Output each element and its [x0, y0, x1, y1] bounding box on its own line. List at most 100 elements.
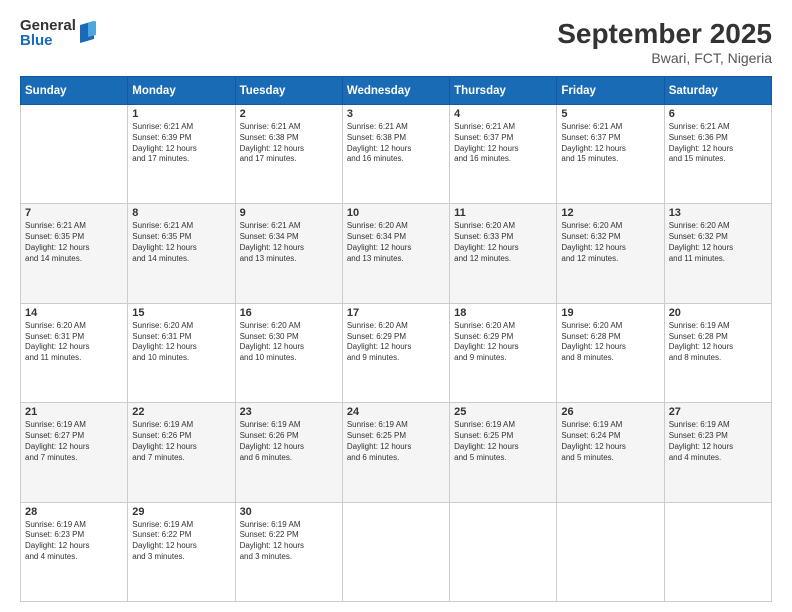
day-number: 30 [240, 506, 338, 518]
calendar-day-cell: 22 Sunrise: 6:19 AM Sunset: 6:26 PM Dayli… [128, 403, 235, 502]
calendar-day-cell: 1 Sunrise: 6:21 AM Sunset: 6:39 PM Daylig… [128, 105, 235, 204]
calendar-day-cell: 18 Sunrise: 6:20 AM Sunset: 6:29 PM Dayli… [450, 303, 557, 402]
day-info: Sunrise: 6:19 AM Sunset: 6:23 PM Dayligh… [25, 520, 123, 563]
calendar-table: SundayMondayTuesdayWednesdayThursdayFrid… [20, 76, 772, 602]
day-info: Sunrise: 6:19 AM Sunset: 6:27 PM Dayligh… [25, 420, 123, 463]
logo-icon [78, 21, 96, 43]
day-number: 7 [25, 207, 123, 219]
calendar-day-cell: 23 Sunrise: 6:19 AM Sunset: 6:26 PM Dayli… [235, 403, 342, 502]
day-info: Sunrise: 6:20 AM Sunset: 6:31 PM Dayligh… [25, 321, 123, 364]
day-info: Sunrise: 6:19 AM Sunset: 6:26 PM Dayligh… [132, 420, 230, 463]
day-number: 6 [669, 108, 767, 120]
calendar-day-cell: 8 Sunrise: 6:21 AM Sunset: 6:35 PM Daylig… [128, 204, 235, 303]
day-info: Sunrise: 6:19 AM Sunset: 6:22 PM Dayligh… [132, 520, 230, 563]
header: General Blue September 2025 Bwari, FCT, … [20, 18, 772, 66]
day-number: 4 [454, 108, 552, 120]
day-info: Sunrise: 6:20 AM Sunset: 6:32 PM Dayligh… [561, 221, 659, 264]
calendar-week-row: 21 Sunrise: 6:19 AM Sunset: 6:27 PM Dayli… [21, 403, 772, 502]
calendar-day-cell: 30 Sunrise: 6:19 AM Sunset: 6:22 PM Dayli… [235, 502, 342, 601]
day-number: 5 [561, 108, 659, 120]
calendar-day-cell: 4Sunrise: 6:21 AM Sunset: 6:37 PM Daylig… [450, 105, 557, 204]
calendar-day-cell: 24 Sunrise: 6:19 AM Sunset: 6:25 PM Dayli… [342, 403, 449, 502]
calendar-day-cell: 6 Sunrise: 6:21 AM Sunset: 6:36 PM Daylig… [664, 105, 771, 204]
day-number: 19 [561, 307, 659, 319]
day-number: 14 [25, 307, 123, 319]
day-info: Sunrise: 6:20 AM Sunset: 6:28 PM Dayligh… [561, 321, 659, 364]
calendar-day-cell: 3Sunrise: 6:21 AM Sunset: 6:38 PM Daylig… [342, 105, 449, 204]
col-header-tuesday: Tuesday [235, 77, 342, 105]
logo-blue: Blue [20, 33, 76, 48]
day-info: Sunrise: 6:19 AM Sunset: 6:25 PM Dayligh… [454, 420, 552, 463]
day-number: 11 [454, 207, 552, 219]
calendar-day-cell: 13 Sunrise: 6:20 AM Sunset: 6:32 PM Dayli… [664, 204, 771, 303]
day-number: 21 [25, 406, 123, 418]
day-number: 16 [240, 307, 338, 319]
day-info: Sunrise: 6:20 AM Sunset: 6:31 PM Dayligh… [132, 321, 230, 364]
day-number: 12 [561, 207, 659, 219]
day-info: Sunrise: 6:21 AM Sunset: 6:39 PM Dayligh… [132, 122, 230, 165]
day-info: Sunrise: 6:19 AM Sunset: 6:28 PM Dayligh… [669, 321, 767, 364]
day-info: Sunrise: 6:19 AM Sunset: 6:26 PM Dayligh… [240, 420, 338, 463]
col-header-friday: Friday [557, 77, 664, 105]
day-number: 13 [669, 207, 767, 219]
calendar-week-row: 7 Sunrise: 6:21 AM Sunset: 6:35 PM Daylig… [21, 204, 772, 303]
day-info: Sunrise: 6:21 AM Sunset: 6:38 PM Dayligh… [347, 122, 445, 165]
calendar-day-cell: 20 Sunrise: 6:19 AM Sunset: 6:28 PM Dayli… [664, 303, 771, 402]
calendar-day-cell: 29Sunrise: 6:19 AM Sunset: 6:22 PM Dayli… [128, 502, 235, 601]
day-info: Sunrise: 6:19 AM Sunset: 6:22 PM Dayligh… [240, 520, 338, 563]
calendar-day-cell: 5 Sunrise: 6:21 AM Sunset: 6:37 PM Daylig… [557, 105, 664, 204]
calendar-day-cell: 17Sunrise: 6:20 AM Sunset: 6:29 PM Dayli… [342, 303, 449, 402]
day-info: Sunrise: 6:20 AM Sunset: 6:29 PM Dayligh… [454, 321, 552, 364]
month-title: September 2025 [557, 18, 772, 50]
day-info: Sunrise: 6:20 AM Sunset: 6:29 PM Dayligh… [347, 321, 445, 364]
day-number: 26 [561, 406, 659, 418]
day-number: 24 [347, 406, 445, 418]
day-info: Sunrise: 6:21 AM Sunset: 6:35 PM Dayligh… [25, 221, 123, 264]
calendar-header-row: SundayMondayTuesdayWednesdayThursdayFrid… [21, 77, 772, 105]
title-block: September 2025 Bwari, FCT, Nigeria [557, 18, 772, 66]
day-info: Sunrise: 6:20 AM Sunset: 6:33 PM Dayligh… [454, 221, 552, 264]
day-number: 18 [454, 307, 552, 319]
calendar-day-cell: 14 Sunrise: 6:20 AM Sunset: 6:31 PM Dayli… [21, 303, 128, 402]
calendar-day-cell: 25 Sunrise: 6:19 AM Sunset: 6:25 PM Dayli… [450, 403, 557, 502]
page: General Blue September 2025 Bwari, FCT, … [0, 0, 792, 612]
calendar-day-cell: 26 Sunrise: 6:19 AM Sunset: 6:24 PM Dayli… [557, 403, 664, 502]
day-number: 27 [669, 406, 767, 418]
day-number: 22 [132, 406, 230, 418]
calendar-week-row: 14 Sunrise: 6:20 AM Sunset: 6:31 PM Dayli… [21, 303, 772, 402]
col-header-monday: Monday [128, 77, 235, 105]
day-info: Sunrise: 6:21 AM Sunset: 6:36 PM Dayligh… [669, 122, 767, 165]
calendar-day-cell: 28 Sunrise: 6:19 AM Sunset: 6:23 PM Dayli… [21, 502, 128, 601]
day-number: 10 [347, 207, 445, 219]
col-header-thursday: Thursday [450, 77, 557, 105]
empty-cell [21, 105, 128, 204]
logo: General Blue [20, 18, 96, 48]
day-info: Sunrise: 6:20 AM Sunset: 6:30 PM Dayligh… [240, 321, 338, 364]
day-info: Sunrise: 6:19 AM Sunset: 6:25 PM Dayligh… [347, 420, 445, 463]
calendar-day-cell: 7 Sunrise: 6:21 AM Sunset: 6:35 PM Daylig… [21, 204, 128, 303]
calendar-day-cell: 2 Sunrise: 6:21 AM Sunset: 6:38 PM Daylig… [235, 105, 342, 204]
day-number: 8 [132, 207, 230, 219]
empty-cell [450, 502, 557, 601]
empty-cell [557, 502, 664, 601]
col-header-sunday: Sunday [21, 77, 128, 105]
day-number: 25 [454, 406, 552, 418]
day-number: 2 [240, 108, 338, 120]
calendar-day-cell: 19 Sunrise: 6:20 AM Sunset: 6:28 PM Dayli… [557, 303, 664, 402]
day-info: Sunrise: 6:19 AM Sunset: 6:24 PM Dayligh… [561, 420, 659, 463]
day-info: Sunrise: 6:20 AM Sunset: 6:32 PM Dayligh… [669, 221, 767, 264]
day-number: 15 [132, 307, 230, 319]
col-header-saturday: Saturday [664, 77, 771, 105]
day-info: Sunrise: 6:20 AM Sunset: 6:34 PM Dayligh… [347, 221, 445, 264]
day-number: 1 [132, 108, 230, 120]
calendar-day-cell: 11 Sunrise: 6:20 AM Sunset: 6:33 PM Dayli… [450, 204, 557, 303]
location: Bwari, FCT, Nigeria [557, 50, 772, 66]
day-number: 28 [25, 506, 123, 518]
day-info: Sunrise: 6:21 AM Sunset: 6:37 PM Dayligh… [561, 122, 659, 165]
day-info: Sunrise: 6:21 AM Sunset: 6:35 PM Dayligh… [132, 221, 230, 264]
day-number: 20 [669, 307, 767, 319]
day-number: 23 [240, 406, 338, 418]
calendar-day-cell: 27Sunrise: 6:19 AM Sunset: 6:23 PM Dayli… [664, 403, 771, 502]
calendar-day-cell: 10 Sunrise: 6:20 AM Sunset: 6:34 PM Dayli… [342, 204, 449, 303]
day-info: Sunrise: 6:21 AM Sunset: 6:38 PM Dayligh… [240, 122, 338, 165]
